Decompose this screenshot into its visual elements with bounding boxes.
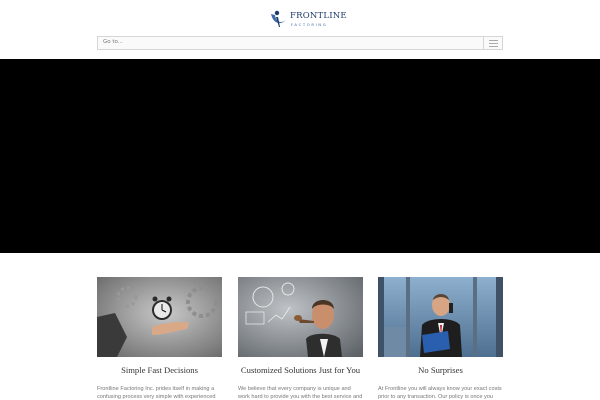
feature-text: We believe that every company is unique …	[238, 386, 363, 400]
feature-simple-fast-decisions: Simple Fast Decisions Frontline Factorin…	[97, 277, 222, 400]
feature-customized-solutions: Customized Solutions Just for You We bel…	[238, 277, 363, 400]
feature-no-surprises: No Surprises At Frontline you will alway…	[378, 277, 503, 400]
site-header: FRONTLINE FACTORING Go to...	[0, 0, 600, 60]
logo-icon	[271, 10, 286, 27]
feature-image-clock	[97, 277, 222, 357]
feature-text: Frontline Factoring Inc. prides itself i…	[97, 386, 216, 400]
goto-label: Go to...	[103, 39, 124, 45]
feature-title: Simple Fast Decisions	[121, 365, 198, 375]
feature-title: No Surprises	[418, 365, 463, 375]
feature-title: Customized Solutions Just for You	[240, 365, 361, 375]
site-logo[interactable]: FRONTLINE FACTORING	[268, 8, 347, 30]
logo-tagline: FACTORING	[291, 22, 328, 27]
feature-text: At Frontline you will always know your e…	[378, 386, 502, 400]
logo-title: FRONTLINE	[290, 11, 347, 21]
hero-slider	[0, 59, 600, 253]
goto-dropdown[interactable]: Go to...	[97, 36, 503, 50]
feature-image-man-on-phone	[378, 277, 503, 357]
hamburger-menu-icon[interactable]	[483, 37, 502, 49]
feature-image-man-with-pipe	[238, 277, 363, 357]
